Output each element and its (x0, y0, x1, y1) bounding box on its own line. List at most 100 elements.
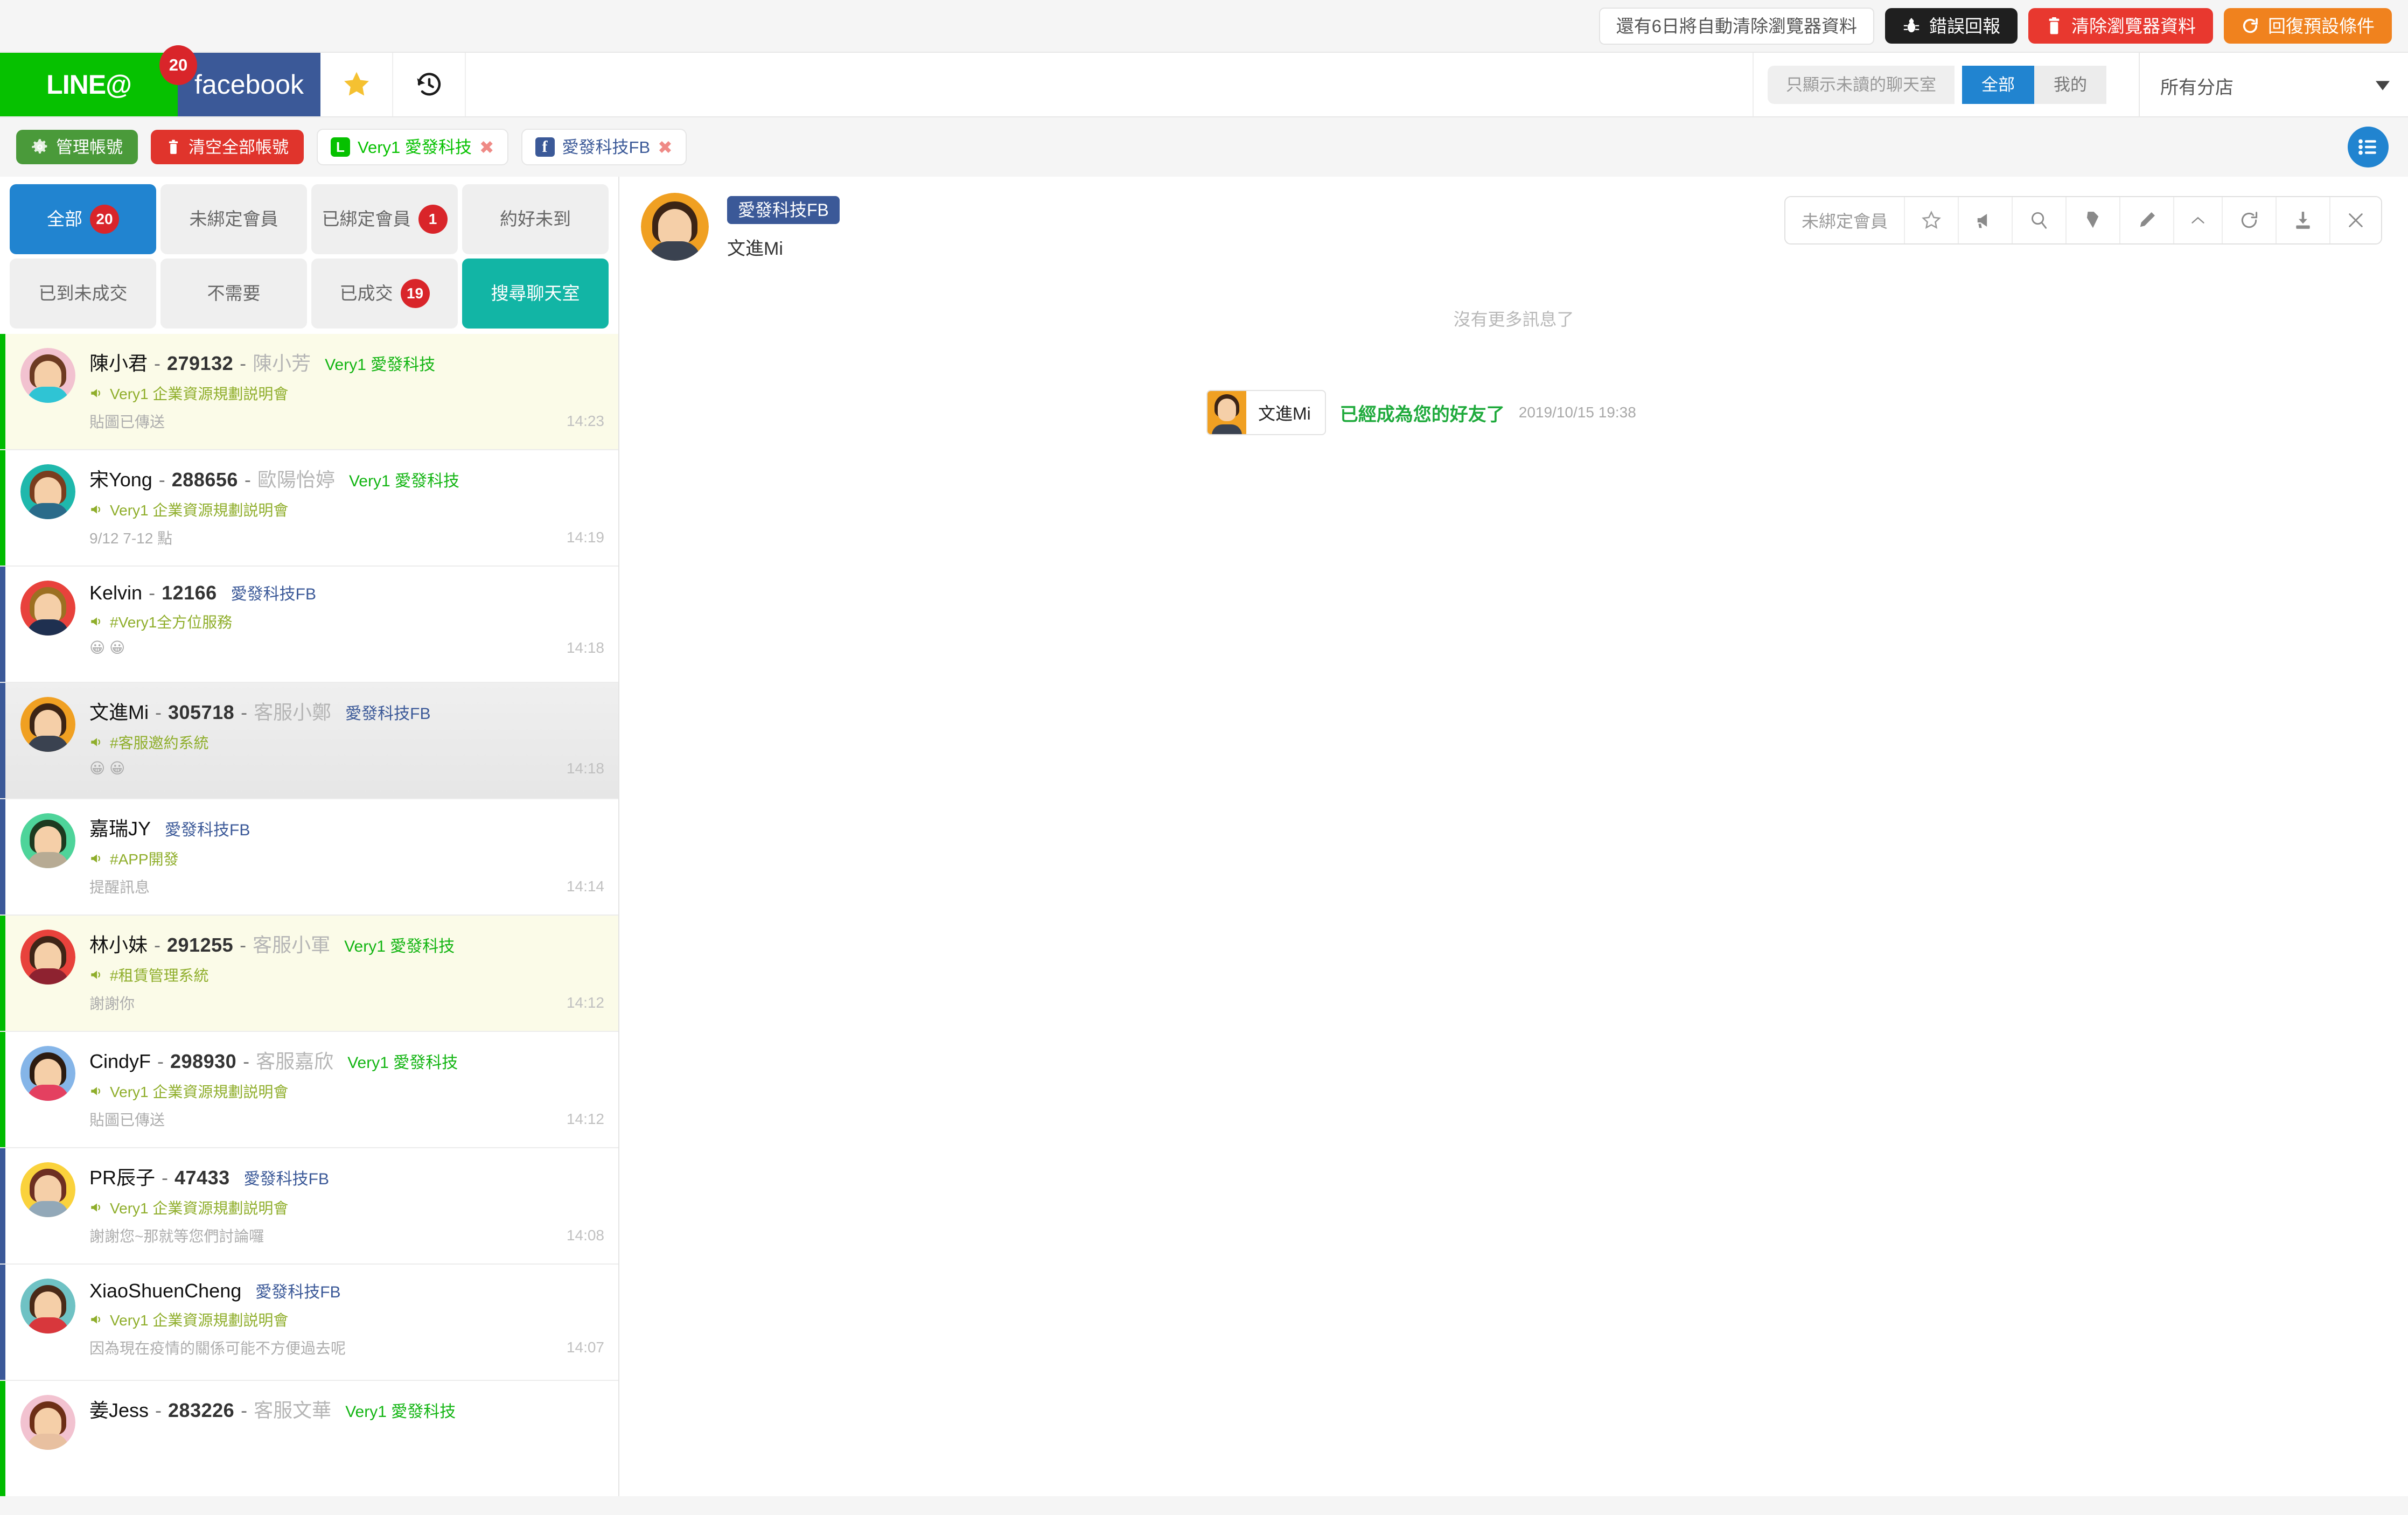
chat-item-content: 陳小君 -279132- 陳小芳 Very1 愛發科技 Very1 企業資源規劃説明會貼… (89, 348, 604, 432)
header-filters: 只顯示未讀的聊天室 全部 我的 (1754, 53, 2120, 116)
chat-item-content: 姜Jess -283226- 客服文華 Very1 愛發科技 (89, 1395, 604, 1429)
chat-list-item[interactable]: Kelvin -12166 愛發科技FB #Very1全方位服務 😀 😀 14:18 (0, 567, 618, 683)
chat-item-titleline: Kelvin -12166 愛發科技FB (89, 581, 604, 604)
branch-select-value: 所有分店 (2160, 77, 2233, 98)
chat-account-color-bar (0, 799, 5, 914)
scope-mine-button[interactable]: 我的 (2034, 65, 2106, 104)
chat-item-separator: - (155, 701, 162, 723)
bug-report-button[interactable]: 錯誤回報 (1885, 8, 2018, 44)
reload-button[interactable] (2223, 197, 2277, 243)
filter-tab-0[interactable]: 全部 20 (10, 184, 156, 254)
filter-tab-7[interactable]: 搜尋聊天室 (462, 259, 609, 329)
scope-all-button[interactable]: 全部 (1962, 65, 2034, 104)
refresh-icon (2239, 210, 2259, 231)
chat-item-name: 姜Jess (89, 1399, 149, 1421)
chat-item-time: 14:12 (566, 1111, 604, 1127)
list-menu-button[interactable] (2348, 127, 2389, 167)
tab-line-at[interactable]: LINE@ (0, 53, 178, 116)
edit-button[interactable] (2120, 197, 2174, 243)
account-chip-facebook[interactable]: f 愛發科技FB ✖ (521, 129, 687, 165)
brand-group: LINE@ 20 facebook (0, 45, 320, 116)
avatar (20, 1162, 75, 1217)
chat-list-item[interactable]: 嘉瑞JY 愛發科技FB #APP開發 提醒訊息 14:14 (0, 799, 618, 916)
clear-browser-data-button[interactable]: 清除瀏覽器資料 (2028, 8, 2213, 44)
remove-account-line-icon[interactable]: ✖ (479, 138, 494, 156)
chat-item-preview: 貼圖已傳送 (89, 1112, 165, 1128)
chat-list-item[interactable]: 陳小君 -279132- 陳小芳 Very1 愛發科技 Very1 企業資源規劃説明會貼… (0, 334, 618, 450)
chat-item-tagline: Very1 企業資源規劃説明會 (89, 1197, 604, 1218)
tab-facebook[interactable]: facebook (178, 53, 320, 116)
account-chip-facebook-label: 愛發科技FB (562, 137, 651, 157)
filter-tab-label: 約好未到 (500, 209, 571, 229)
unread-only-toggle[interactable]: 只顯示未讀的聊天室 (1768, 65, 1955, 104)
chat-item-account: Very1 愛發科技 (345, 1403, 456, 1421)
collapse-button[interactable] (2174, 197, 2223, 243)
history-button[interactable] (393, 53, 466, 116)
favorites-button[interactable] (320, 53, 393, 116)
chat-item-previewline: 因為現在疫情的關係可能不方便過去呢 14:07 (89, 1337, 604, 1358)
chat-item-account: 愛發科技FB (345, 705, 431, 723)
chat-item-titleline: PR辰子 -47433 愛發科技FB (89, 1162, 604, 1190)
chat-list-item[interactable]: CindyF -298930- 客服嘉欣 Very1 愛發科技 Very1 企業資源規劃… (0, 1032, 618, 1148)
chat-item-tagline: #客服邀約系統 (89, 731, 604, 753)
filter-tab-3[interactable]: 約好未到 (462, 184, 609, 254)
chat-item-name: 陳小君 (89, 352, 148, 374)
chat-item-name: 林小妹 (89, 934, 148, 956)
conversation-header: 愛發科技FB 文進Mi 未綁定會員 (619, 177, 2408, 284)
manage-accounts-button[interactable]: 管理帳號 (16, 130, 138, 164)
chat-list-item[interactable]: 宋Yong -288656- 歐陽怡婷 Very1 愛發科技 Very1 企業資源規劃説… (0, 450, 618, 567)
branch-select[interactable]: 所有分店 (2139, 53, 2408, 118)
chat-item-account: Very1 愛發科技 (347, 1054, 458, 1072)
app-root: 還有6日將自動清除瀏覽器資料 錯誤回報 清除瀏覽器資料 回復預設條件 LINE@… (0, 0, 2408, 1515)
chat-list-item[interactable]: PR辰子 -47433 愛發科技FB Very1 企業資源規劃説明會 謝謝您~那就等您們… (0, 1148, 618, 1265)
account-chip-line[interactable]: L Very1 愛發科技 ✖ (317, 129, 508, 165)
chat-item-tag: #APP開發 (110, 851, 179, 868)
chat-item-tag: Very1 企業資源規劃説明會 (110, 1084, 289, 1100)
chat-list[interactable]: 陳小君 -279132- 陳小芳 Very1 愛發科技 Very1 企業資源規劃説明會貼… (0, 334, 618, 1496)
chat-list-item[interactable]: XiaoShuenCheng 愛發科技FB Very1 企業資源規劃説明會 因為現在疫… (0, 1265, 618, 1381)
clear-all-accounts-button[interactable]: 清空全部帳號 (151, 130, 304, 164)
chat-item-content: 宋Yong -288656- 歐陽怡婷 Very1 愛發科技 Very1 企業資源規劃説… (89, 464, 604, 548)
chat-item-staff: 客服小軍 (253, 934, 331, 956)
filter-tab-5[interactable]: 不需要 (160, 259, 307, 329)
filter-tab-2[interactable]: 已綁定會員 1 (311, 184, 458, 254)
filter-tab-4[interactable]: 已到未成交 (10, 259, 156, 329)
filter-tab-6[interactable]: 已成交 19 (311, 259, 458, 329)
auto-clear-notice: 還有6日將自動清除瀏覽器資料 (1599, 7, 1874, 45)
chat-item-tagline: Very1 企業資源規劃説明會 (89, 382, 604, 404)
chat-item-separator: - (241, 701, 248, 723)
chat-item-separator: - (243, 1050, 250, 1072)
restore-defaults-button[interactable]: 回復預設條件 (2224, 8, 2392, 44)
filter-tab-label: 已到未成交 (38, 283, 128, 304)
tag-button[interactable] (2067, 197, 2120, 243)
chat-item-account: Very1 愛發科技 (344, 938, 455, 955)
broadcast-button[interactable] (1959, 197, 2013, 243)
chat-list-item[interactable]: 姜Jess -283226- 客服文華 Very1 愛發科技 (0, 1381, 618, 1496)
chat-list-item[interactable]: 文進Mi -305718- 客服小鄭 愛發科技FB #客服邀約系統 😀 😀 14:18 (0, 683, 618, 799)
refresh-icon (2241, 17, 2259, 35)
conversation-panel: 愛發科技FB 文進Mi 未綁定會員 沒有更多訊息了 文進Mi 已經成為您的好友了… (618, 177, 2408, 1496)
remove-account-facebook-icon[interactable]: ✖ (658, 138, 673, 156)
chat-list-item[interactable]: 林小妹 -291255- 客服小軍 Very1 愛發科技 #租賃管理系統 謝謝你 14:12 (0, 916, 618, 1032)
filter-tab-label: 不需要 (207, 283, 261, 304)
chat-item-previewline: 9/12 7-12 點 14:19 (89, 527, 604, 548)
chat-item-separator: - (240, 352, 247, 374)
download-button[interactable] (2277, 197, 2330, 243)
main-header: LINE@ 20 facebook 只顯示未讀的聊天室 全部 我的 所有分店 (0, 45, 2408, 118)
chat-item-account: 愛發科技FB (231, 585, 317, 603)
chat-item-id: 283226 (168, 1399, 235, 1421)
chat-item-titleline: 姜Jess -283226- 客服文華 Very1 愛發科技 (89, 1395, 604, 1423)
message-avatar (1208, 391, 1246, 434)
close-button[interactable] (2330, 197, 2381, 243)
megaphone-icon (1975, 210, 1995, 231)
chat-item-separator: - (155, 1399, 162, 1421)
chat-item-account: 愛發科技FB (255, 1283, 341, 1301)
filter-tab-1[interactable]: 未綁定會員 (160, 184, 307, 254)
favorite-button[interactable] (1905, 197, 1959, 243)
facebook-icon: f (535, 137, 555, 157)
chat-item-previewline: 😀 😀 14:18 (89, 759, 604, 777)
member-binding-status[interactable]: 未綁定會員 (1785, 197, 1905, 243)
search-button[interactable] (2013, 197, 2067, 243)
body-wrapper: 全部 20 未綁定會員 已綁定會員 1 約好未到 已到未成交 不需要 已成交 19 搜尋聊天室 陳小… (0, 177, 2408, 1496)
line-unread-badge: 20 (159, 45, 197, 85)
